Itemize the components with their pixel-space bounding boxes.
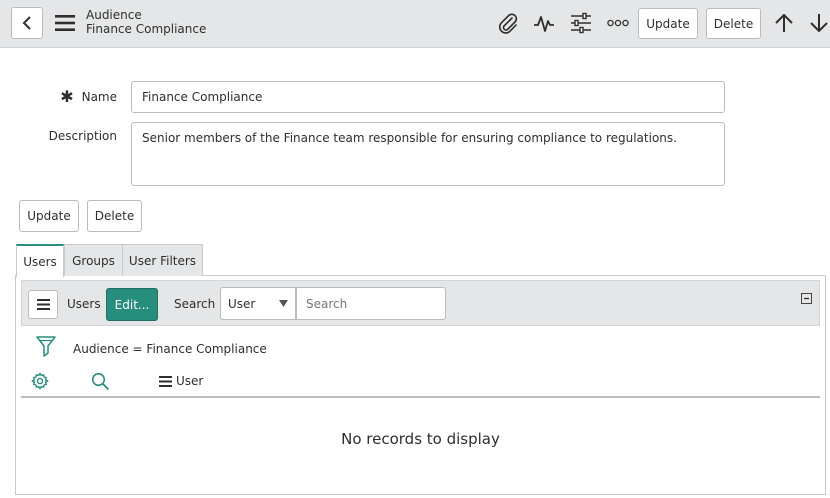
collapse-icon: [804, 297, 809, 300]
list-context-menu-button[interactable]: [28, 290, 58, 319]
table-name: Audience: [86, 8, 142, 22]
header-delete-button[interactable]: Delete: [706, 8, 761, 39]
update-button[interactable]: Update: [19, 200, 79, 232]
collapse-button[interactable]: [801, 293, 812, 304]
related-list-toolbar: Users Edit... Search User: [21, 280, 820, 326]
search-icon: [91, 372, 110, 391]
column-divider: [21, 396, 820, 398]
related-list-title: Users: [67, 297, 101, 311]
delete-button[interactable]: Delete: [87, 200, 142, 232]
edit-button[interactable]: Edit...: [106, 288, 158, 321]
name-field[interactable]: Finance Compliance: [131, 81, 725, 113]
form-header: Audience Finance Compliance Update Delet…: [0, 0, 830, 48]
record-name: Finance Compliance: [86, 22, 207, 36]
filter-breadcrumb[interactable]: Audience = Finance Compliance: [73, 342, 267, 356]
gear-icon: [31, 372, 49, 390]
description-label: Description: [48, 129, 117, 143]
filter-toggle-button[interactable]: [36, 336, 56, 361]
column-header-user[interactable]: User: [159, 374, 203, 388]
search-field-select[interactable]: User: [220, 287, 296, 320]
settings-sliders-icon: [571, 12, 591, 34]
dropdown-arrow-icon: [279, 300, 288, 307]
arrow-down-icon: [810, 14, 828, 33]
search-field-selected: User: [228, 296, 256, 311]
name-label-text: Name: [81, 90, 117, 104]
next-record-button[interactable]: [806, 10, 830, 36]
header-title: Audience Finance Compliance: [86, 8, 206, 36]
filter-icon: [36, 336, 56, 357]
previous-record-button[interactable]: [771, 10, 797, 36]
personalize-button[interactable]: [568, 10, 594, 36]
activity-stream-button[interactable]: [531, 10, 557, 36]
menu-icon: [55, 15, 75, 31]
search-label: Search: [174, 297, 216, 311]
tab-groups[interactable]: Groups: [64, 244, 123, 276]
more-icon: [607, 19, 629, 27]
attachment-icon: [499, 13, 518, 34]
tab-user-filters[interactable]: User Filters: [122, 244, 203, 276]
back-button[interactable]: [11, 7, 43, 39]
back-icon: [22, 16, 31, 30]
empty-list-message: No records to display: [341, 430, 500, 448]
arrow-up-icon: [775, 13, 793, 32]
search-input[interactable]: [296, 287, 446, 320]
attachment-button[interactable]: [495, 10, 521, 36]
tab-users[interactable]: Users: [16, 244, 64, 277]
column-header-label: User: [176, 374, 204, 388]
more-options-button[interactable]: [605, 10, 631, 36]
column-search-button[interactable]: [91, 372, 110, 395]
column-menu-icon: [159, 375, 172, 387]
name-label: ✱ Name: [60, 89, 117, 105]
header-update-button[interactable]: Update: [638, 8, 698, 39]
form-context-menu-button[interactable]: [54, 13, 76, 33]
menu-icon: [36, 299, 50, 310]
personalize-list-button[interactable]: [31, 372, 49, 394]
description-field[interactable]: Senior members of the Finance team respo…: [131, 122, 725, 186]
required-icon: ✱: [60, 87, 74, 106]
activity-icon: [534, 16, 554, 32]
